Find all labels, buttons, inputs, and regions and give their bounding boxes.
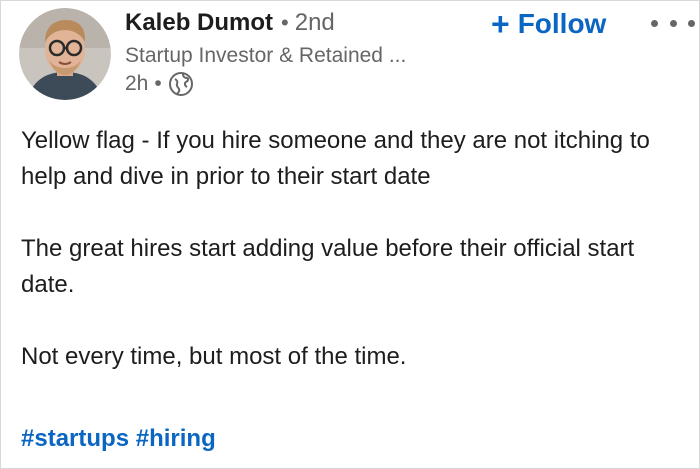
globe-icon [168, 71, 194, 97]
author-name-row: Kaleb Dumot • 2nd [125, 9, 525, 43]
hashtag-link[interactable]: #startups [21, 425, 129, 452]
post-hashtags: #startups #hiring [21, 425, 216, 453]
follow-label: Follow [517, 8, 607, 39]
avatar-photo [19, 8, 111, 100]
post-paragraph: Not every time, but most of the time. [21, 343, 407, 370]
author-avatar[interactable] [19, 8, 111, 100]
author-headline: Startup Investor & Retained ... [125, 44, 407, 67]
post-paragraph: Yellow flag - If you hire someone and th… [21, 127, 650, 190]
post-meta: 2h • [125, 71, 525, 97]
plus-icon: + [491, 6, 510, 42]
feed-post: Kaleb Dumot • 2nd Startup Investor & Ret… [0, 0, 700, 469]
connection-degree: 2nd [294, 9, 335, 36]
post-time: 2h [125, 72, 149, 95]
post-author-info: Kaleb Dumot • 2nd Startup Investor & Ret… [125, 9, 525, 97]
ellipsis-dot [669, 19, 677, 27]
degree-separator: • [281, 10, 289, 35]
author-name[interactable]: Kaleb Dumot [125, 9, 273, 37]
post-paragraph: The great hires start adding value befor… [21, 235, 635, 298]
time-separator: • [154, 72, 162, 95]
post-body: Yellow flag - If you hire someone and th… [21, 123, 681, 411]
ellipsis-dot [651, 19, 658, 27]
follow-button[interactable]: + Follow [491, 5, 606, 43]
hashtag-link[interactable]: #hiring [136, 425, 216, 452]
ellipsis-dot [688, 19, 695, 27]
more-options-button[interactable] [651, 13, 695, 33]
